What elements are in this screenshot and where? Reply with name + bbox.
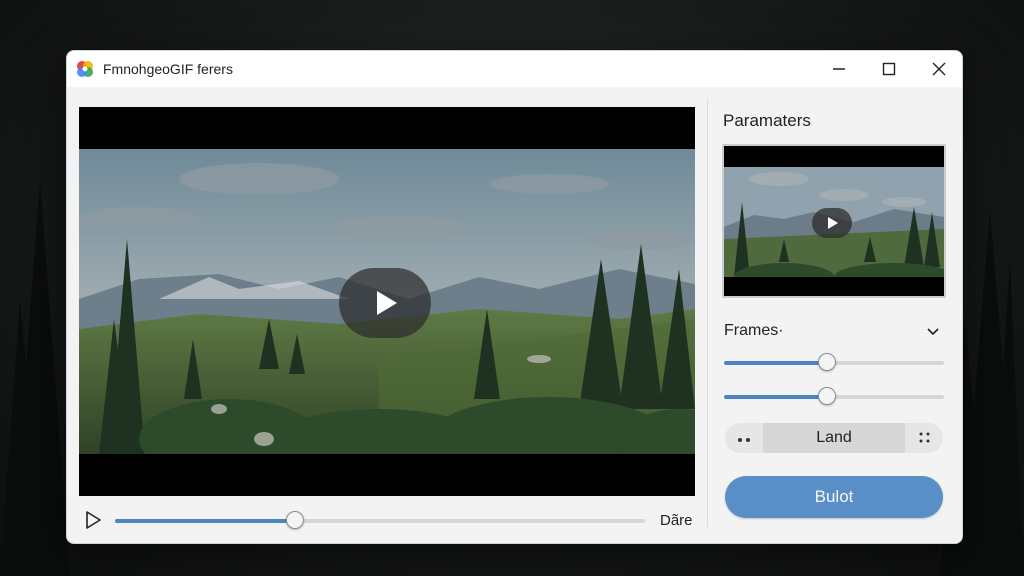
panel-title: Paramaters	[723, 111, 811, 130]
frames-slider-1[interactable]	[724, 353, 944, 371]
seek-bar[interactable]	[115, 511, 645, 529]
playback-controls: Dãre	[79, 502, 695, 538]
video-player[interactable]	[79, 107, 695, 496]
client-area: Dãre Paramaters Frames· Land Bulot	[67, 87, 962, 543]
segment-left-button[interactable]	[725, 423, 763, 453]
minimize-icon	[833, 68, 845, 70]
segmented-control: Land	[725, 423, 943, 453]
slider-2-fill	[724, 395, 828, 399]
play-icon	[828, 217, 838, 229]
segment-right-button[interactable]	[905, 423, 943, 453]
title-bar: FmnohgeoGIF ferers	[67, 51, 962, 87]
maximize-button[interactable]	[864, 51, 914, 87]
time-label: Dãre	[660, 512, 693, 529]
colorful-logo-icon	[77, 61, 93, 77]
preview-thumbnail[interactable]	[722, 144, 946, 298]
play-button[interactable]	[83, 510, 103, 530]
panel-divider	[707, 99, 708, 527]
minimize-button[interactable]	[814, 51, 864, 87]
chevron-down-icon[interactable]	[925, 323, 941, 339]
dots-icon	[736, 429, 752, 447]
seek-thumb[interactable]	[286, 511, 305, 529]
frames-label: Frames·	[724, 322, 784, 339]
play-icon	[377, 291, 397, 315]
slider-1-fill	[724, 361, 828, 365]
frames-slider-2[interactable]	[724, 387, 944, 405]
slider-2-thumb[interactable]	[818, 387, 837, 405]
app-window: FmnohgeoGIF ferers Dãre Paramaters Frame…	[66, 50, 963, 544]
slider-1-thumb[interactable]	[818, 353, 837, 371]
grid-dots-icon	[919, 432, 930, 443]
preview-play-button[interactable]	[812, 208, 852, 238]
window-title: FmnohgeoGIF ferers	[103, 61, 233, 77]
primary-action-button[interactable]: Bulot	[725, 476, 943, 518]
maximize-icon	[882, 62, 896, 76]
close-button[interactable]	[914, 51, 962, 87]
play-overlay-button[interactable]	[339, 268, 431, 338]
segment-land-button[interactable]: Land	[763, 423, 905, 453]
close-icon	[932, 62, 946, 76]
seek-progress	[115, 519, 296, 523]
